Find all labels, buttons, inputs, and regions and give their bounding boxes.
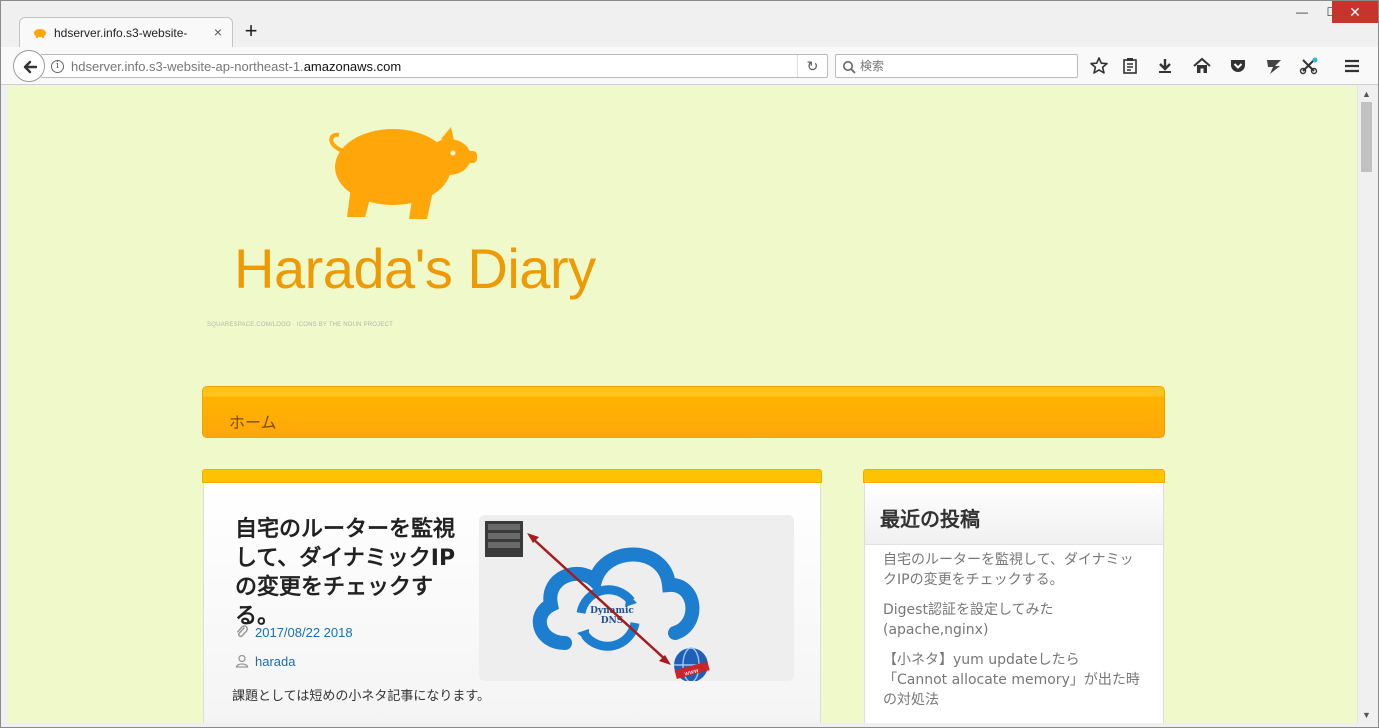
recent-posts-list: 自宅のルーターを監視して、ダイナミックIPの変更をチェックする。 Digest認… [883,550,1143,720]
extension-icon[interactable] [1264,56,1284,76]
post-excerpt: 課題としては短めの小ネタ記事になります。 [232,689,491,704]
reading-list-icon[interactable] [1120,56,1140,76]
post-author[interactable]: harada [235,654,295,669]
recent-post-link[interactable]: 自宅のルーターを監視して、ダイナミックIPの変更をチェックする。 [883,550,1143,590]
widget-title: 最近の投稿 [880,507,980,531]
back-arrow-icon [23,60,38,74]
post-date-text[interactable]: 2017/08/22 2018 [255,625,353,640]
new-tab-button[interactable]: + [241,20,261,42]
navigation-toolbar: i hdserver.info.s3-website-ap-northeast-… [1,47,1378,85]
scrollbar-thumb[interactable] [1361,102,1372,172]
widget-title-box: 最近の投稿 [865,483,1163,545]
scroll-down-icon[interactable]: ▼ [1362,710,1371,720]
paperclip-icon [237,625,248,638]
widget-header-bar [863,469,1165,483]
logo-credit: SQUARESPACE.COM/LOGO · ICONS BY THE NOUN… [207,322,393,328]
url-text[interactable]: hdserver.info.s3-website-ap-northeast-1.… [71,59,401,74]
site-title[interactable]: Harada's Diary [234,236,596,301]
search-input[interactable] [860,58,1070,74]
search-icon [843,61,856,74]
home-icon[interactable] [1192,56,1212,76]
search-bar[interactable] [835,54,1078,78]
pig-logo-icon[interactable] [323,115,483,223]
scroll-up-icon[interactable]: ▲ [1362,89,1371,99]
site-info-icon[interactable]: i [51,60,64,73]
page-viewport: Harada's Diary SQUARESPACE.COM/LOGO · IC… [8,86,1357,723]
post-card-header [202,469,822,483]
browser-tab[interactable]: hdserver.info.s3-website- × [19,17,233,48]
vertical-scrollbar[interactable]: ▲ ▼ [1357,86,1374,723]
minimize-button[interactable]: — [1287,1,1317,23]
dynamic-dns-illustration: Dynamic DNS www [485,521,710,681]
close-window-button[interactable]: ✕ [1332,1,1378,23]
recent-post-link[interactable]: Digest認証を設定してみた(apache,nginx) [883,600,1143,640]
url-bar[interactable]: i hdserver.info.s3-website-ap-northeast-… [41,54,828,78]
recent-posts-widget: 最近の投稿 自宅のルーターを監視して、ダイナミックIPの変更をチェックする。 D… [863,469,1165,723]
post-author-text[interactable]: harada [255,654,295,669]
puzzle-icon[interactable] [1299,56,1319,76]
post-date[interactable]: 2017/08/22 2018 [235,625,353,640]
widget-body: 最近の投稿 自宅のルーターを監視して、ダイナミックIPの変更をチェックする。 D… [864,483,1164,723]
url-prefix: hdserver.info.s3-website-ap-northeast-1. [71,59,304,74]
reload-icon[interactable]: ↻ [797,55,827,77]
tab-title: hdserver.info.s3-website- [54,26,188,40]
browser-window: hdserver.info.s3-website- × + — ☐ ✕ i hd… [0,0,1379,728]
title-bar: hdserver.info.s3-website- × + — ☐ ✕ [1,1,1378,48]
url-domain: amazonaws.com [303,59,402,74]
menu-item-home[interactable]: ホーム [229,409,277,433]
menu-icon[interactable] [1342,56,1362,76]
main-menu-bar: ホーム [202,386,1165,438]
server-icon [485,521,523,557]
user-icon [235,654,249,668]
download-icon[interactable] [1155,56,1175,76]
recent-post-link[interactable]: 【小ネタ】yum updateしたら「Cannot allocate memor… [883,650,1143,710]
back-button[interactable] [13,50,45,82]
post-card: 自宅のルーターを監視して、ダイナミックIPの変更をチェックする。 DNS www… [202,469,822,723]
pocket-icon[interactable] [1228,56,1248,76]
globe-www-icon: www [674,647,710,681]
pig-favicon-icon [34,29,46,38]
post-card-body: 自宅のルーターを監視して、ダイナミックIPの変更をチェックする。 DNS www… [203,483,821,723]
star-icon[interactable] [1089,56,1109,76]
post-title[interactable]: 自宅のルーターを監視して、ダイナミックIPの変更をチェックする。 [235,515,471,631]
tab-close-icon[interactable]: × [210,24,226,40]
post-thumbnail[interactable]: Dynamic DNS www [479,515,794,681]
